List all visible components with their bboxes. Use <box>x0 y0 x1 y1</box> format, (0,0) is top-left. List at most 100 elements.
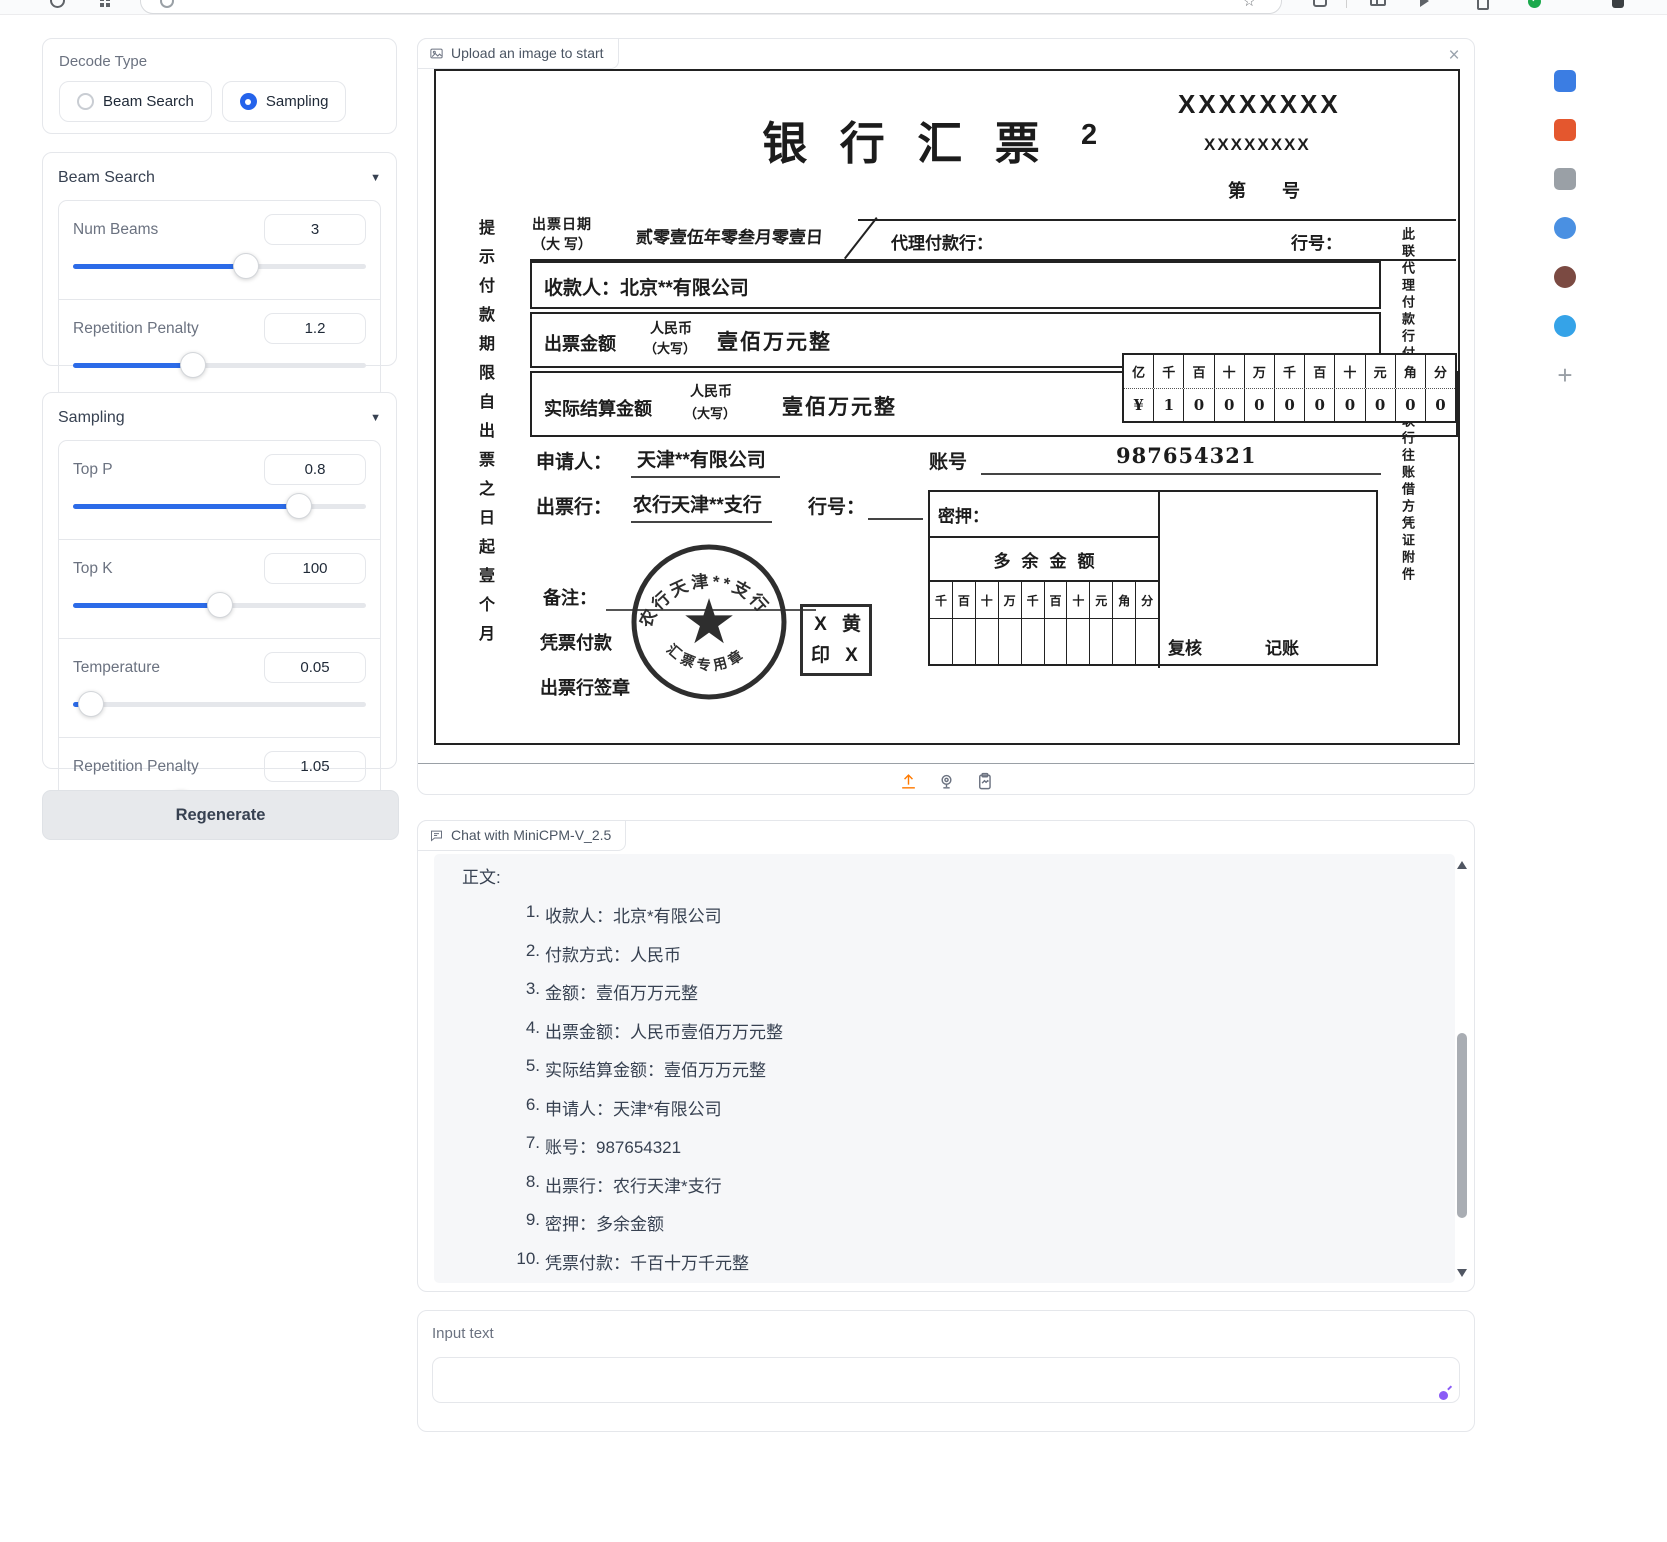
secret-code-box: 密押： 多余金额 千百十万千百十元角分 复核 记账 <box>928 490 1378 666</box>
radio-icon <box>77 93 94 110</box>
image-panel: Upload an image to start × 银 行 汇 票 2 XXX… <box>417 38 1475 795</box>
slider-handle[interactable] <box>207 592 233 618</box>
bank-round-stamp: 农行天津**支行 汇票专用章 ★ <box>628 541 790 703</box>
chat-list-item: 3. 金额：壹佰万万元整 <box>510 979 1455 1004</box>
sampling-accordion: Sampling ▼ Top P 0.8 Top K <box>42 392 397 769</box>
param-row: Top K 100 <box>59 540 380 639</box>
chat-bubble-icon <box>429 828 444 843</box>
input-text-label: Input text <box>432 1325 494 1342</box>
stamp-star-icon: ★ <box>681 588 737 657</box>
scroll-down-arrow-icon[interactable] <box>1457 1269 1467 1277</box>
draft-payee: 收款人：北京**有限公司 <box>544 273 749 300</box>
chevron-down-icon: ▼ <box>370 172 381 184</box>
param-row: Temperature 0.05 <box>59 639 380 738</box>
chat-message-area[interactable]: 正文: 1. 收款人：北京*有限公司 2. 付款方式：人民币 3. 金额：壹佰万… <box>434 854 1455 1283</box>
input-panel: Input text <box>417 1310 1475 1432</box>
param-slider[interactable] <box>73 352 366 378</box>
chat-heading: 正文: <box>462 863 1455 888</box>
param-row: Top P 0.8 <box>59 441 380 540</box>
bookmark-icon[interactable] <box>1554 266 1576 288</box>
upload-icon[interactable] <box>897 770 919 792</box>
draft-title: 银 行 汇 票 <box>686 107 1126 172</box>
draft-left-vertical-text: 提示付款期限自出票之日起壹个月 <box>472 219 496 667</box>
draft-amount-grid: 亿千百十万千百十元角分 ¥1000000000 <box>1122 353 1457 423</box>
param-slider[interactable] <box>73 691 366 717</box>
bookmark-star-icon[interactable]: ☆ <box>1243 0 1256 10</box>
scrollbar-thumb[interactable] <box>1457 1033 1467 1218</box>
param-slider[interactable] <box>73 592 366 618</box>
param-value-input[interactable]: 0.8 <box>264 454 366 485</box>
chat-list-item: 2. 付款方式：人民币 <box>510 941 1455 966</box>
radio-icon <box>240 93 257 110</box>
chat-panel-tab: Chat with MiniCPM-V_2.5 <box>417 820 626 851</box>
address-bar[interactable] <box>140 0 1282 14</box>
param-row: Repetition Penalty 1.2 <box>59 300 380 399</box>
image-icon <box>429 46 444 61</box>
chat-list-item: 9. 密押：多余金额 <box>510 1210 1455 1235</box>
slider-handle[interactable] <box>78 691 104 717</box>
slider-handle[interactable] <box>286 493 312 519</box>
decode-type-label: Decode Type <box>59 53 380 70</box>
chat-list-item: 10. 凭票付款：千百十万千元整 <box>510 1249 1455 1274</box>
paste-image-icon[interactable] <box>973 770 995 792</box>
input-text-field[interactable] <box>432 1357 1460 1403</box>
chat-list-item: 6. 申请人：天津*有限公司 <box>510 1095 1455 1120</box>
draft-drawer-bank: 农行天津**支行 <box>631 490 772 523</box>
param-value-input[interactable]: 3 <box>264 214 366 245</box>
decode-type-card: Decode Type Beam Search Sampling <box>42 38 397 134</box>
decode-option-radio[interactable]: Beam Search <box>59 81 212 122</box>
beam-search-accordion: Beam Search ▼ Num Beams 3 Repetition P <box>42 152 397 366</box>
draft-settle-words: 壹佰万元整 <box>782 391 897 421</box>
draft-right-vertical-text: 此联代理付款行付款后作联行往账借方凭证附件 <box>1398 227 1417 679</box>
chat-list-item: 1. 收款人：北京*有限公司 <box>510 902 1455 927</box>
history-icon[interactable] <box>50 0 65 8</box>
decode-type-options: Beam Search Sampling <box>59 81 380 122</box>
bookmark-icon[interactable]: + <box>1554 364 1576 386</box>
bookmark-rail: + <box>1548 70 1588 413</box>
bookmark-icon[interactable] <box>1554 217 1576 239</box>
decode-option-radio[interactable]: Sampling <box>222 81 347 122</box>
bookmark-icon[interactable] <box>1554 70 1576 92</box>
webcam-icon[interactable] <box>935 770 957 792</box>
bookmark-icon[interactable] <box>1554 168 1576 190</box>
chat-list-item: 4. 出票金额：人民币壹佰万万元整 <box>510 1018 1455 1043</box>
param-slider[interactable] <box>73 253 366 279</box>
play-icon[interactable] <box>1420 0 1429 7</box>
slider-handle[interactable] <box>233 253 259 279</box>
adblock-shield-icon[interactable] <box>1528 0 1541 8</box>
chat-scrollbar[interactable] <box>1455 861 1469 1277</box>
extension-icon[interactable] <box>1313 0 1327 7</box>
chat-panel: Chat with MiniCPM-V_2.5 正文: 1. 收款人：北京*有限… <box>417 820 1475 1292</box>
draft-amount-words: 壹佰万元整 <box>717 326 832 356</box>
toolbar-divider <box>1346 0 1347 8</box>
input-activity-icon <box>1439 1391 1448 1400</box>
sampling-accordion-header[interactable]: Sampling ▼ <box>58 405 381 431</box>
beam-search-accordion-header[interactable]: Beam Search ▼ <box>58 165 381 191</box>
regenerate-button[interactable]: Regenerate <box>42 790 399 840</box>
split-screen-icon[interactable] <box>1370 0 1386 6</box>
param-value-input[interactable]: 100 <box>264 553 366 584</box>
image-toolbar <box>418 770 1474 792</box>
bookmark-icon[interactable] <box>1554 119 1576 141</box>
chat-list-item: 7. 账号：987654321 <box>510 1133 1455 1158</box>
image-panel-tab: Upload an image to start <box>417 38 619 69</box>
uploaded-image[interactable]: 银 行 汇 票 2 XXXXXXXX XXXXXXXX 第 号 提示付款期限自出… <box>434 69 1460 745</box>
draft-account-number: 987654321 <box>1116 443 1257 468</box>
bookmark-icon[interactable] <box>1554 315 1576 337</box>
browser-toolbar: ☆ <box>0 0 1667 15</box>
param-value-input[interactable]: 1.05 <box>264 751 366 782</box>
bookmark-glyph: + <box>1557 360 1572 391</box>
yellow-name-seal: X黄印X <box>800 604 872 676</box>
param-value-input[interactable]: 0.05 <box>264 652 366 683</box>
slider-handle[interactable] <box>180 352 206 378</box>
close-icon[interactable]: × <box>1443 45 1465 67</box>
chat-list-item: 8. 出票行：农行天津*支行 <box>510 1172 1455 1197</box>
param-row: Num Beams 3 <box>59 201 380 300</box>
device-icon[interactable] <box>1477 0 1489 10</box>
draft-date-value: 贰零壹伍年零叁月零壹日 <box>635 223 824 248</box>
param-slider[interactable] <box>73 493 366 519</box>
scroll-up-arrow-icon[interactable] <box>1457 861 1467 869</box>
apps-grid-icon[interactable] <box>100 0 104 1</box>
browser-menu-icon[interactable] <box>1612 0 1624 8</box>
param-value-input[interactable]: 1.2 <box>264 313 366 344</box>
